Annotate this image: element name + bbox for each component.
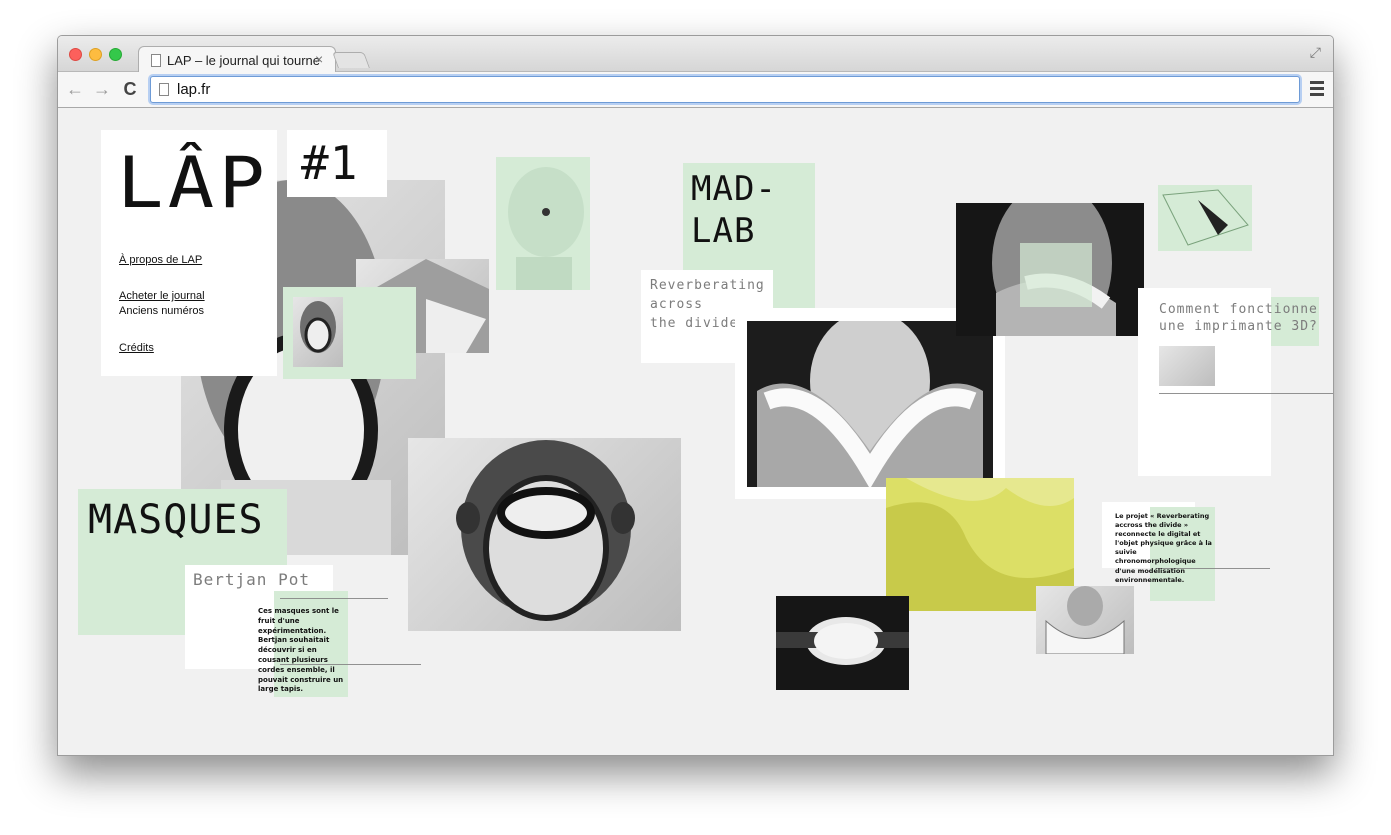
madlab-caption-text: Le projet « Reverberating accross the di… <box>1115 512 1212 584</box>
nav-link-about[interactable]: À propos de LAP <box>119 254 202 266</box>
nav-link-back-issues[interactable]: Anciens numéros <box>119 305 204 317</box>
issue-number[interactable]: #1 <box>301 136 358 190</box>
minimize-window-button[interactable] <box>89 48 102 61</box>
forward-button[interactable]: → <box>92 79 112 99</box>
necklace-photo-frame[interactable] <box>735 308 1005 499</box>
monkey-mask-photo[interactable] <box>408 438 681 631</box>
madlab-title-line1[interactable]: MAD- <box>691 169 777 209</box>
maximize-window-button[interactable] <box>109 48 122 61</box>
browser-tab[interactable]: LAP – le journal qui tourne × <box>138 46 336 73</box>
printer-article-title[interactable]: Comment fonctionne une imprimante 3D? <box>1159 301 1319 335</box>
browser-window: LAP – le journal qui tourne × ⤢ ← → C la… <box>57 35 1334 756</box>
collar-photo-small[interactable] <box>1036 586 1134 655</box>
back-button[interactable]: ← <box>65 79 85 99</box>
url-text[interactable]: lap.fr <box>177 81 210 98</box>
nav-card: LÂP À propos de LAP Acheter le journal A… <box>101 130 277 376</box>
madlab-title-line2[interactable]: LAB <box>691 211 755 251</box>
title-bar: LAP – le journal qui tourne × ⤢ <box>58 36 1333 73</box>
mask-thumbnail-frame[interactable] <box>283 287 416 379</box>
browser-toolbar: ← → C lap.fr <box>58 72 1333 108</box>
masques-lead-text: Ces masques sont le fruit d'une expérime… <box>258 607 344 694</box>
reload-button[interactable]: C <box>120 79 140 99</box>
mask-photo-mint[interactable] <box>496 157 590 290</box>
nav-link-buy[interactable]: Acheter le journal <box>119 290 205 302</box>
masques-title[interactable]: MASQUES <box>88 497 264 543</box>
tab-title: LAP – le journal qui tourne <box>167 53 320 68</box>
page-content: LÂP À propos de LAP Acheter le journal A… <box>58 109 1333 755</box>
author-name[interactable]: Bertjan Pot <box>193 570 310 589</box>
page-icon <box>159 83 169 96</box>
madlab-subtitle-line3[interactable]: the divide <box>650 316 738 331</box>
fullscreen-icon[interactable]: ⤢ <box>1310 44 1321 61</box>
close-window-button[interactable] <box>69 48 82 61</box>
issue-card: #1 <box>287 130 387 197</box>
site-logo[interactable]: LÂP <box>117 142 269 224</box>
nav-link-credits[interactable]: Crédits <box>119 342 154 354</box>
printer-article-image[interactable] <box>1159 346 1215 386</box>
new-tab-button[interactable] <box>332 52 370 68</box>
tab-close-icon[interactable]: × <box>315 51 323 67</box>
madlab-subtitle-line2[interactable]: across <box>650 297 703 312</box>
address-bar[interactable]: lap.fr <box>150 76 1300 103</box>
bracelet-photo[interactable] <box>776 596 909 690</box>
madlab-subtitle-line1[interactable]: Reverberating <box>650 278 765 293</box>
printer-article-card: Comment fonctionne une imprimante 3D? ▬▬… <box>1138 288 1333 476</box>
printer-sketch-thumbnail[interactable] <box>1158 185 1252 251</box>
menu-icon[interactable] <box>1310 81 1324 99</box>
mint-overlay-square <box>1020 243 1092 307</box>
necklace-photo <box>747 311 993 489</box>
document-icon <box>151 54 161 67</box>
